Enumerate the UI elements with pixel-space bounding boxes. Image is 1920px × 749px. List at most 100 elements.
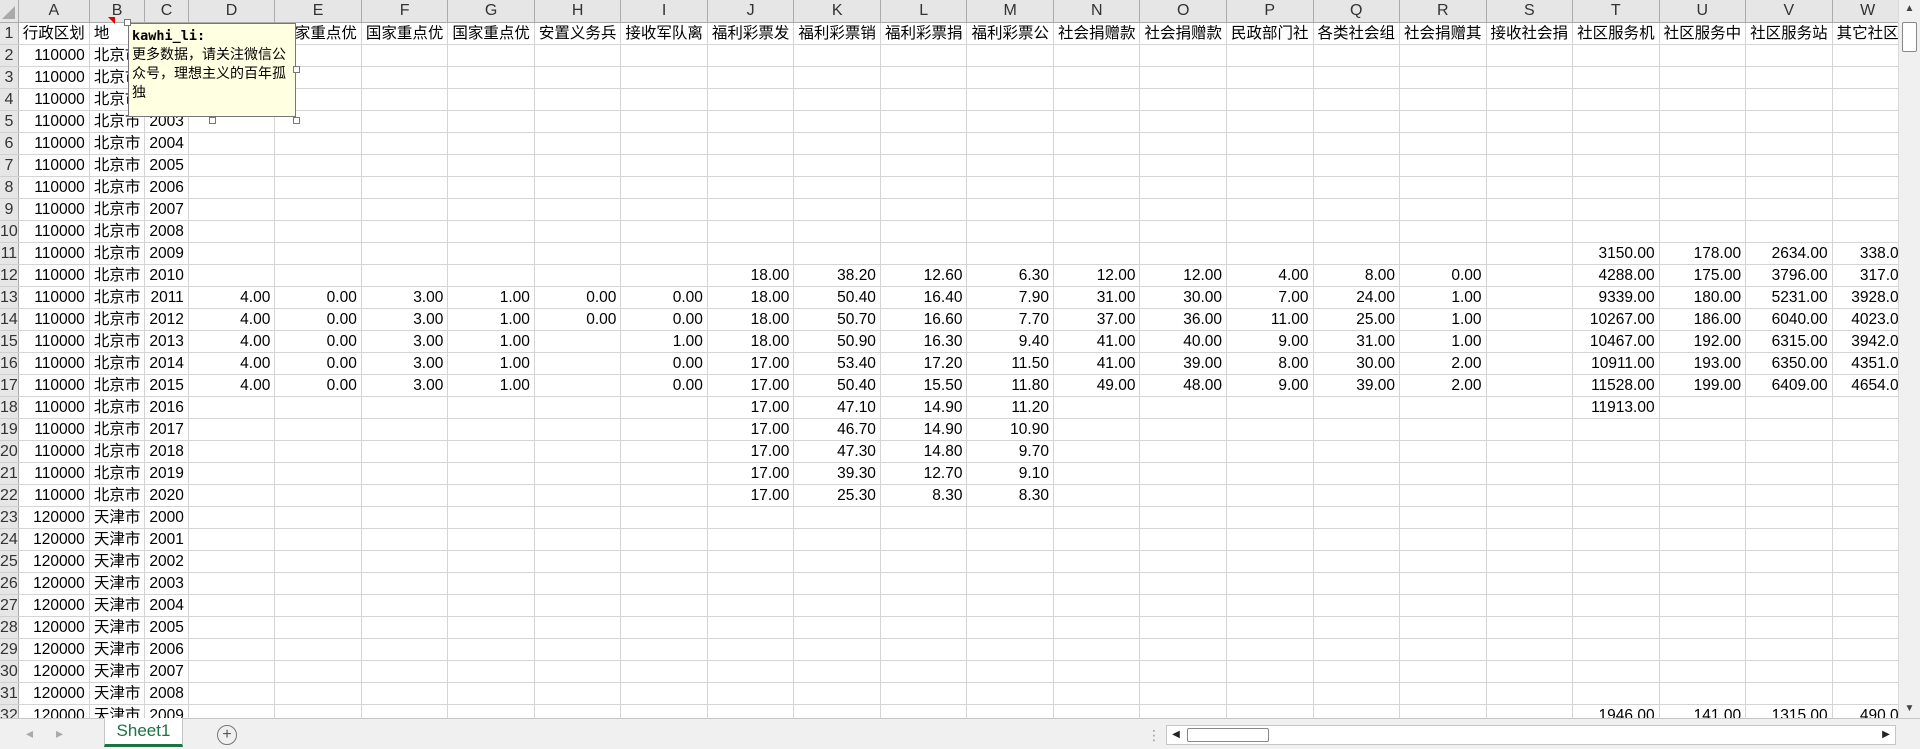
cell-l21[interactable]: 12.70: [880, 462, 968, 485]
cell-s8[interactable]: [1486, 176, 1574, 199]
cell-g12[interactable]: [447, 264, 535, 287]
cell-l4[interactable]: [880, 88, 968, 111]
cell-h10[interactable]: [534, 220, 622, 243]
cell-o31[interactable]: [1139, 682, 1227, 705]
cell-i12[interactable]: [620, 264, 708, 287]
cell-d7[interactable]: [188, 154, 276, 177]
row-header[interactable]: 17: [0, 374, 19, 397]
cell-b8[interactable]: 北京市: [89, 176, 146, 199]
cell-k12[interactable]: 38.20: [793, 264, 881, 287]
cell-a17[interactable]: 110000: [18, 374, 90, 397]
cell-h24[interactable]: [534, 528, 622, 551]
cell-m3[interactable]: [966, 66, 1054, 89]
cell-f32[interactable]: [361, 704, 449, 718]
cell-c26[interactable]: 2003: [144, 572, 189, 595]
cell-t25[interactable]: [1572, 550, 1660, 573]
row-header[interactable]: 2: [0, 44, 19, 67]
select-all-corner[interactable]: [0, 0, 19, 23]
column-header-r[interactable]: R: [1399, 0, 1487, 23]
cell-u25[interactable]: [1659, 550, 1747, 573]
cell-v26[interactable]: [1745, 572, 1833, 595]
cell-f7[interactable]: [361, 154, 449, 177]
cell-f17[interactable]: 3.00: [361, 374, 449, 397]
cell-r11[interactable]: [1399, 242, 1487, 265]
cell-g22[interactable]: [447, 484, 535, 507]
cell-e30[interactable]: [274, 660, 362, 683]
cell-k17[interactable]: 50.40: [793, 374, 881, 397]
cell-e11[interactable]: [274, 242, 362, 265]
cell-n8[interactable]: [1053, 176, 1141, 199]
column-header-l[interactable]: L: [880, 0, 968, 23]
cell-r4[interactable]: [1399, 88, 1487, 111]
cell-t23[interactable]: [1572, 506, 1660, 529]
cell-u32[interactable]: 141.00: [1659, 704, 1747, 718]
cell-p30[interactable]: [1226, 660, 1314, 683]
column-header-q[interactable]: Q: [1313, 0, 1401, 23]
cell-e32[interactable]: [274, 704, 362, 718]
cell-u13[interactable]: 180.00: [1659, 286, 1747, 309]
cell-l28[interactable]: [880, 616, 968, 639]
cell-o23[interactable]: [1139, 506, 1227, 529]
cell-w32[interactable]: 490.0: [1832, 704, 1898, 718]
cell-w24[interactable]: [1832, 528, 1898, 551]
cell-p25[interactable]: [1226, 550, 1314, 573]
cell-i31[interactable]: [620, 682, 708, 705]
cell-r3[interactable]: [1399, 66, 1487, 89]
prev-sheet-icon[interactable]: ◂: [26, 725, 33, 742]
next-sheet-icon[interactable]: ▸: [56, 725, 63, 742]
cell-l10[interactable]: [880, 220, 968, 243]
column-header-e[interactable]: E: [274, 0, 362, 23]
cell-k9[interactable]: [793, 198, 881, 221]
cell-i14[interactable]: 0.00: [620, 308, 708, 331]
cell-l30[interactable]: [880, 660, 968, 683]
cell-q18[interactable]: [1313, 396, 1401, 419]
cell-k10[interactable]: [793, 220, 881, 243]
cell-v22[interactable]: [1745, 484, 1833, 507]
cell-d13[interactable]: 4.00: [188, 286, 276, 309]
cell-i4[interactable]: [620, 88, 708, 111]
cell-k2[interactable]: [793, 44, 881, 67]
cell-p16[interactable]: 8.00: [1226, 352, 1314, 375]
row-header[interactable]: 7: [0, 154, 19, 177]
cell-o6[interactable]: [1139, 132, 1227, 155]
column-header-h[interactable]: H: [534, 0, 622, 23]
cell-w8[interactable]: [1832, 176, 1898, 199]
cell-k3[interactable]: [793, 66, 881, 89]
cell-u21[interactable]: [1659, 462, 1747, 485]
cell-h9[interactable]: [534, 198, 622, 221]
cell-m8[interactable]: [966, 176, 1054, 199]
cell-w19[interactable]: [1832, 418, 1898, 441]
cell-b31[interactable]: 天津市: [89, 682, 146, 705]
row-header[interactable]: 23: [0, 506, 19, 529]
cell-t22[interactable]: [1572, 484, 1660, 507]
cell-r14[interactable]: 1.00: [1399, 308, 1487, 331]
cell-c11[interactable]: 2009: [144, 242, 189, 265]
cell-w25[interactable]: [1832, 550, 1898, 573]
cell-h32[interactable]: [534, 704, 622, 718]
cell-i27[interactable]: [620, 594, 708, 617]
cell-r21[interactable]: [1399, 462, 1487, 485]
cell-b10[interactable]: 北京市: [89, 220, 146, 243]
cell-s17[interactable]: [1486, 374, 1574, 397]
cell-d18[interactable]: [188, 396, 276, 419]
cell-c15[interactable]: 2013: [144, 330, 189, 353]
cell-s28[interactable]: [1486, 616, 1574, 639]
cell-e17[interactable]: 0.00: [274, 374, 362, 397]
cell-u17[interactable]: 199.00: [1659, 374, 1747, 397]
column-header-k[interactable]: K: [793, 0, 881, 23]
cell-m19[interactable]: 10.90: [966, 418, 1054, 441]
cell-b30[interactable]: 天津市: [89, 660, 146, 683]
cell-a30[interactable]: 120000: [18, 660, 90, 683]
column-header-n[interactable]: N: [1053, 0, 1141, 23]
cell-v16[interactable]: 6350.00: [1745, 352, 1833, 375]
cell-p20[interactable]: [1226, 440, 1314, 463]
cell-j24[interactable]: [707, 528, 795, 551]
cell-a15[interactable]: 110000: [18, 330, 90, 353]
cell-i2[interactable]: [620, 44, 708, 67]
cell-q22[interactable]: [1313, 484, 1401, 507]
cell-p17[interactable]: 9.00: [1226, 374, 1314, 397]
cell-s7[interactable]: [1486, 154, 1574, 177]
cell-m21[interactable]: 9.10: [966, 462, 1054, 485]
cell-o19[interactable]: [1139, 418, 1227, 441]
cell-q3[interactable]: [1313, 66, 1401, 89]
